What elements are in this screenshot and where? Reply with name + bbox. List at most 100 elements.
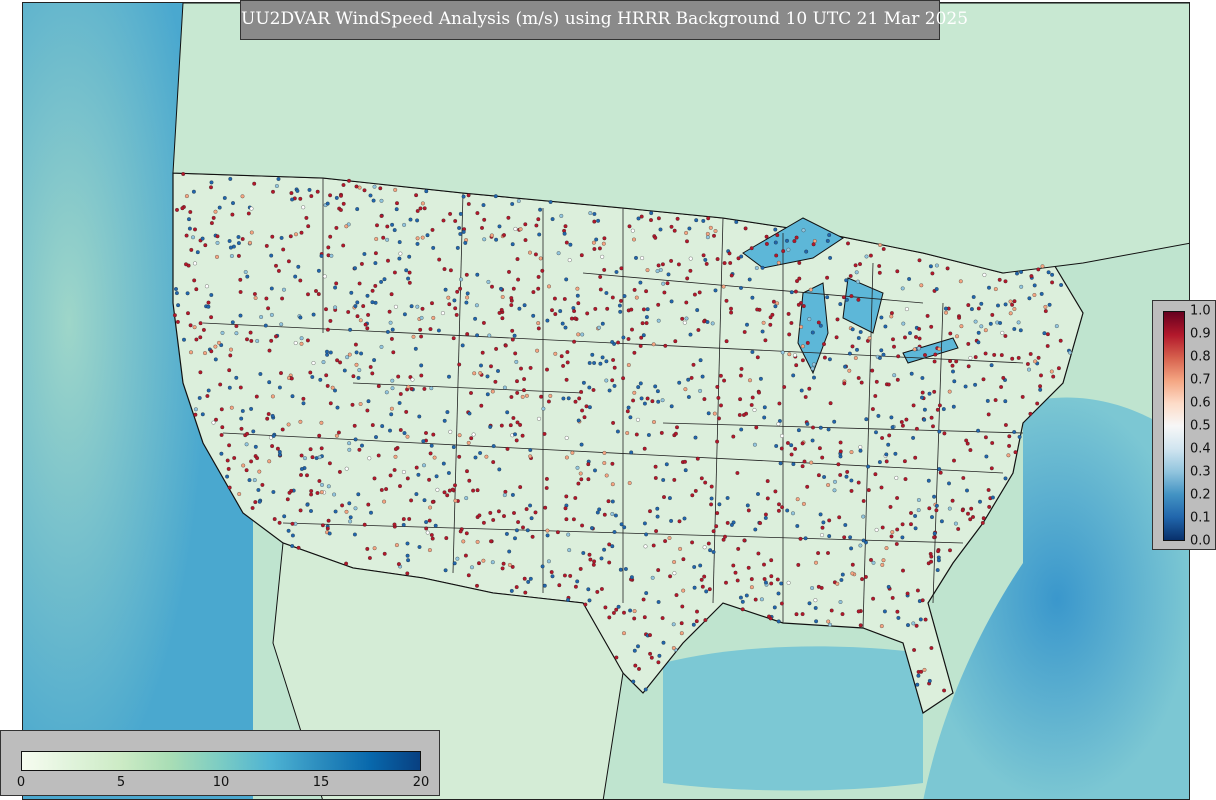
observation-dot	[362, 252, 367, 256]
observation-dot	[641, 597, 646, 602]
observation-dot	[194, 287, 199, 292]
observation-dot	[636, 385, 641, 390]
observation-dot	[391, 350, 396, 355]
observation-dot	[1050, 272, 1055, 277]
observation-dot	[884, 546, 889, 551]
observation-dot	[372, 476, 377, 481]
observation-dot	[536, 286, 541, 291]
observation-dot	[370, 371, 375, 376]
observation-dot	[604, 291, 609, 295]
observation-dot	[500, 295, 505, 299]
observation-dot	[644, 321, 649, 326]
observation-dot	[320, 482, 324, 487]
observation-dot	[932, 531, 937, 536]
observation-dot	[526, 579, 531, 584]
observation-dot	[728, 261, 733, 265]
observation-dot	[973, 355, 978, 360]
observation-dot	[230, 212, 235, 217]
observation-dot	[443, 568, 448, 573]
observation-dot	[384, 487, 389, 492]
observation-dot	[282, 514, 287, 519]
observation-dot	[676, 262, 681, 267]
observation-dot	[729, 306, 733, 311]
observation-dot	[604, 359, 609, 364]
observation-dot	[319, 446, 324, 451]
observation-dot	[413, 346, 418, 351]
observation-dot	[856, 297, 861, 302]
observation-dot	[255, 339, 260, 343]
observation-dot	[453, 498, 458, 503]
observation-dot	[496, 369, 500, 373]
observation-dot	[592, 212, 597, 216]
observation-dot	[644, 315, 649, 320]
observation-dot	[579, 389, 584, 394]
observation-dot	[935, 568, 940, 573]
observation-dot	[960, 508, 965, 513]
observation-dot	[782, 385, 787, 389]
observation-dot	[816, 473, 821, 478]
observation-dot	[667, 536, 672, 540]
observation-dot	[607, 560, 612, 565]
observation-dot	[860, 577, 865, 582]
observation-dot	[562, 297, 567, 301]
observation-dot	[692, 292, 697, 297]
observation-dot	[765, 496, 770, 501]
observation-dot	[691, 622, 696, 627]
observation-dot	[627, 481, 632, 485]
observation-dot	[955, 334, 959, 339]
observation-dot	[275, 446, 280, 451]
observation-dot	[561, 363, 566, 368]
observation-dot	[305, 473, 309, 478]
observation-dot	[453, 306, 458, 311]
observation-dot	[407, 254, 412, 259]
observation-dot	[709, 496, 714, 501]
observation-dot	[534, 223, 539, 228]
observation-dot	[800, 358, 805, 363]
observation-dot	[879, 348, 884, 353]
observation-dot	[894, 475, 899, 480]
observation-dot	[660, 262, 665, 267]
observation-dot	[206, 304, 211, 309]
observation-dot	[493, 194, 498, 199]
observation-dot	[602, 267, 607, 272]
observation-dot	[702, 319, 707, 324]
observation-dot	[255, 456, 260, 461]
observation-dot	[1019, 270, 1024, 274]
observation-dot	[906, 623, 910, 628]
observation-dot	[286, 528, 291, 533]
map-panel[interactable]	[22, 2, 1190, 800]
observation-dot	[385, 224, 390, 229]
observation-dot	[741, 413, 746, 417]
wind-speed-map[interactable]	[23, 3, 1190, 800]
observation-dot	[740, 607, 745, 612]
observation-dot	[559, 354, 564, 359]
observation-dot	[531, 290, 536, 295]
observation-dot	[634, 295, 639, 300]
observation-dot	[209, 293, 214, 297]
observation-dot	[334, 281, 339, 286]
observation-dot	[1045, 332, 1050, 337]
observation-dot	[666, 272, 671, 277]
observation-dot	[587, 598, 592, 603]
observation-dot	[194, 337, 199, 342]
observation-dot	[354, 184, 359, 189]
observation-dot	[770, 312, 775, 317]
observation-dot	[879, 485, 884, 490]
observation-dot	[240, 194, 245, 199]
observation-dot	[533, 510, 538, 515]
observation-dot	[610, 378, 615, 383]
observation-dot	[200, 236, 205, 241]
observation-dot	[922, 417, 927, 422]
observation-dot	[564, 435, 569, 440]
observation-dot	[571, 517, 576, 522]
observation-dot	[690, 493, 695, 498]
observation-dot	[617, 303, 622, 308]
observation-dot	[681, 557, 686, 562]
observation-dot	[776, 260, 781, 265]
observation-dot	[968, 356, 973, 360]
observation-dot	[879, 624, 884, 629]
observation-dot	[591, 388, 596, 392]
observation-dot	[236, 241, 241, 246]
observation-dot	[479, 403, 484, 408]
observation-dot	[807, 601, 812, 606]
